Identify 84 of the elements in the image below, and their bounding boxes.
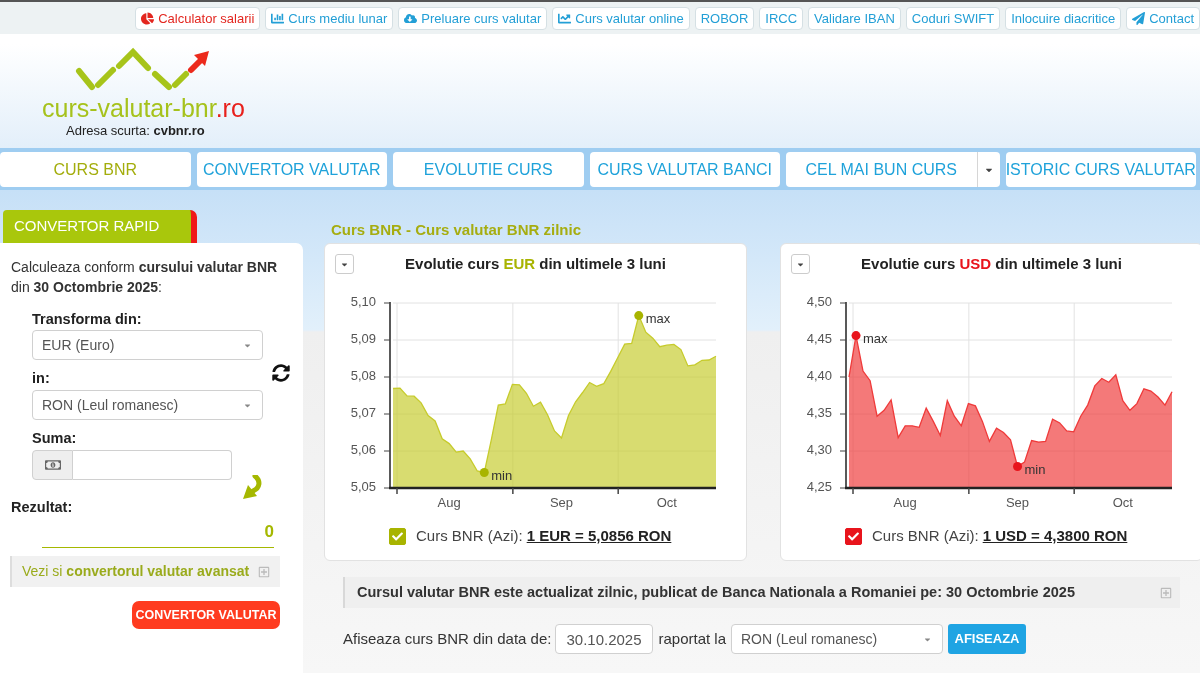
marker-dot-icon bbox=[634, 311, 644, 321]
line-chart-icon bbox=[558, 11, 572, 25]
y-axis-label: 5,06 bbox=[350, 442, 376, 458]
nav-link[interactable]: Coduri SWIFT bbox=[905, 6, 1001, 30]
currency-select[interactable]: EUR (Euro) bbox=[32, 330, 263, 360]
nav-tab[interactable]: ISTORIC CURS VALUTAR bbox=[1005, 152, 1196, 187]
cloud-download-icon bbox=[404, 11, 418, 25]
nav-tab[interactable]: EVOLUTIE CURS bbox=[393, 152, 584, 187]
currency-select[interactable]: RON (Leul romanesc) bbox=[731, 624, 943, 654]
nav-tab[interactable]: CEL MAI BUN CURS bbox=[786, 152, 977, 187]
x-axis-label: Aug bbox=[437, 495, 461, 511]
site-logo-text: curs-valutar-bnr.ro bbox=[42, 95, 245, 121]
nav-link[interactable]: Validare IBAN bbox=[808, 6, 901, 30]
tab-dropdown-toggle[interactable] bbox=[976, 152, 1000, 187]
marker-dot-icon bbox=[851, 331, 861, 341]
info-bar-toggle[interactable]: Cursul valutar BNR este actualizat zilnic, publicat de Banca Nationala a Romaniei pe: 30 Octombrie 2025 bbox=[343, 577, 1180, 608]
result-label: Rezultat: bbox=[11, 498, 73, 517]
date-label: Afiseaza curs BNR din data de: bbox=[343, 628, 552, 649]
panel-header: CONVERTOR RAPID bbox=[3, 210, 197, 243]
y-axis-label: 4,45 bbox=[806, 331, 832, 347]
legend-checkbox[interactable] bbox=[845, 527, 862, 545]
nav-link[interactable]: Inlocuire diacritice bbox=[1005, 6, 1122, 30]
nav-link[interactable]: Curs valutar online bbox=[552, 6, 690, 30]
x-axis-label: Oct bbox=[656, 495, 677, 511]
chart-title: Evolutie curs USD din ultimele 3 luni bbox=[860, 254, 1123, 274]
annotation-label: max bbox=[863, 331, 888, 346]
field-label: Transforma din: bbox=[32, 310, 143, 329]
annotation-label: min bbox=[1024, 462, 1046, 477]
chart-menu-button[interactable] bbox=[791, 254, 810, 274]
chart-menu-button[interactable] bbox=[335, 254, 354, 274]
nav-link[interactable]: Curs mediu lunar bbox=[265, 6, 394, 30]
relative-label: raportat la bbox=[658, 628, 726, 649]
x-axis-label: Oct bbox=[1112, 495, 1133, 511]
y-axis-label: 4,30 bbox=[806, 442, 832, 458]
y-axis-label: 5,10 bbox=[350, 294, 376, 310]
short-address-text: Adresa scurta: cvbnr.ro bbox=[66, 123, 205, 139]
x-axis-label: Aug bbox=[893, 495, 917, 511]
field-label: in: bbox=[32, 369, 51, 388]
advanced-converter-toggle[interactable]: Vezi si convertorul valutar avansat bbox=[10, 556, 280, 587]
x-axis-label: Sep bbox=[1005, 495, 1030, 511]
amount-input[interactable] bbox=[73, 450, 232, 480]
nav-tab[interactable]: CURS VALUTAR BANCI bbox=[589, 152, 780, 187]
nav-link[interactable]: IRCC bbox=[759, 6, 804, 30]
nav-link[interactable]: Calculator salarii bbox=[135, 6, 261, 30]
rate-link[interactable]: 1 EUR = 5,0856 RON bbox=[526, 524, 672, 548]
y-axis-label: 4,25 bbox=[806, 479, 832, 495]
legend-label: Curs BNR (Azi): bbox=[416, 525, 523, 546]
converter-button[interactable]: CONVERTOR VALUTAR bbox=[132, 601, 280, 629]
nav-link[interactable]: ROBOR bbox=[694, 6, 755, 30]
nav-link[interactable]: Contact bbox=[1126, 6, 1200, 30]
annotation-label: max bbox=[645, 311, 671, 326]
x-axis-label: Sep bbox=[549, 495, 574, 511]
check-icon bbox=[848, 530, 859, 542]
marker-dot-icon bbox=[479, 467, 489, 477]
y-axis-label: 4,50 bbox=[806, 294, 832, 310]
field-label: Suma: bbox=[32, 429, 77, 448]
curved-arrow-icon bbox=[242, 475, 262, 501]
currency-select[interactable]: RON (Leul romanesc) bbox=[32, 390, 263, 420]
swap-icon[interactable] bbox=[272, 364, 290, 382]
banknote-icon bbox=[44, 457, 61, 473]
nav-tab[interactable]: CURS BNR bbox=[0, 152, 191, 187]
result-value: 0 bbox=[42, 522, 274, 548]
show-button[interactable]: AFISEAZA bbox=[948, 624, 1026, 654]
nav-link[interactable]: Preluare curs valutar bbox=[398, 6, 548, 30]
legend-checkbox[interactable] bbox=[389, 527, 406, 545]
paper-plane-icon bbox=[1132, 11, 1146, 25]
date-input[interactable]: 30.10.2025 bbox=[555, 624, 654, 654]
y-axis-label: 4,40 bbox=[806, 368, 832, 384]
annotation-label: min bbox=[491, 467, 513, 483]
check-icon bbox=[392, 530, 403, 542]
chart-title: Evolutie curs EUR din ultimele 3 luni bbox=[404, 254, 667, 274]
bar-chart-icon bbox=[271, 11, 285, 25]
nav-tab[interactable]: CONVERTOR VALUTAR bbox=[196, 152, 387, 187]
y-axis-label: 5,09 bbox=[350, 331, 376, 347]
marker-dot-icon bbox=[1013, 462, 1022, 472]
y-axis-label: 5,05 bbox=[350, 479, 376, 495]
y-axis-label: 4,35 bbox=[806, 405, 832, 421]
y-axis-label: 5,07 bbox=[350, 405, 376, 421]
y-axis-label: 5,08 bbox=[350, 368, 376, 384]
section-title: Curs BNR - Curs valutar BNR zilnic bbox=[331, 221, 582, 239]
rate-link[interactable]: 1 USD = 4,3800 RON bbox=[982, 524, 1128, 548]
legend-label: Curs BNR (Azi): bbox=[872, 525, 979, 546]
pie-chart-icon bbox=[141, 11, 155, 25]
intro-text: Calculeaza conform cursului valutar BNR din 30 Octombrie 2025: bbox=[11, 258, 279, 297]
